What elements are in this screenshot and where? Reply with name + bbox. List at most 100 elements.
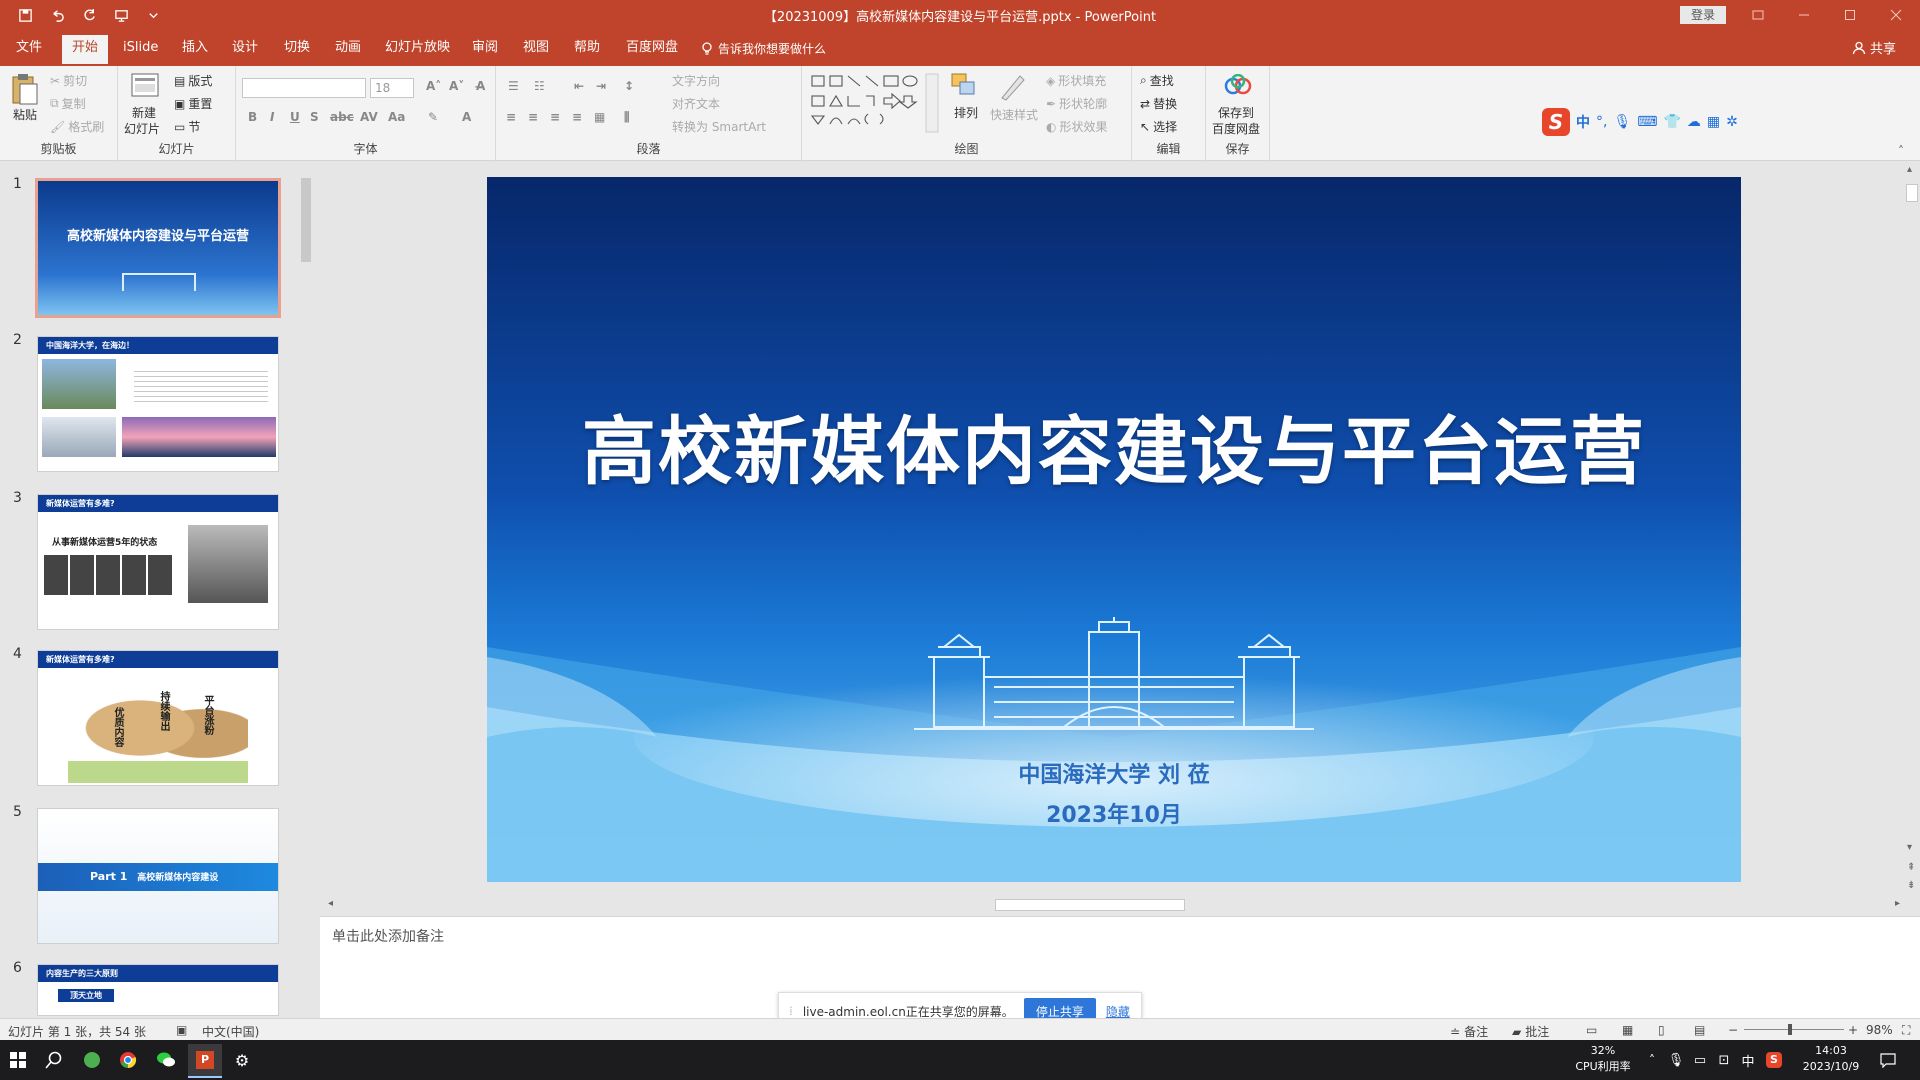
tab-help[interactable]: 帮助	[564, 37, 610, 66]
justify-icon[interactable]: ≡	[572, 110, 582, 124]
scroll-right-icon[interactable]: ▸	[1895, 898, 1900, 909]
distributed-icon[interactable]: ▦	[594, 110, 605, 124]
strikethrough-icon[interactable]: abc	[330, 110, 354, 124]
underline-icon[interactable]: U	[290, 110, 300, 124]
tab-insert[interactable]: 插入	[172, 37, 218, 66]
shrink-font-icon[interactable]: A˅	[449, 79, 464, 93]
tab-file[interactable]: 文件	[6, 37, 52, 66]
columns-icon[interactable]: ⫼	[624, 110, 630, 125]
scroll-up-icon[interactable]: ▴	[1907, 164, 1912, 175]
bold-icon[interactable]: B	[248, 110, 257, 124]
app-360-browser-icon[interactable]	[80, 1048, 104, 1072]
ime-skin-icon[interactable]: 👕	[1663, 114, 1680, 130]
close-icon[interactable]	[1873, 0, 1919, 30]
tab-animations[interactable]: 动画	[325, 37, 371, 66]
cpu-usage-widget[interactable]: 32% CPU利用率	[1568, 1043, 1638, 1075]
line-spacing-icon[interactable]: ↕	[624, 79, 634, 93]
quick-styles-icon[interactable]	[998, 72, 1028, 106]
clock[interactable]: 14:03 2023/10/9	[1796, 1043, 1866, 1075]
thumb-slide-2[interactable]: 中国海洋大学，在海边！	[37, 336, 279, 472]
thumb-slide-3[interactable]: 新媒体运营有多难? 从事新媒体运营5年的状态	[37, 494, 279, 630]
layout-button[interactable]: ▤ 版式	[174, 72, 212, 89]
ime-voice-icon[interactable]: 🎙	[1613, 114, 1631, 130]
shadow-icon[interactable]: S	[310, 110, 319, 124]
windows-start-icon[interactable]	[6, 1048, 30, 1072]
network-icon[interactable]: ⊡	[1712, 1048, 1736, 1072]
ime-punctuation-icon[interactable]: °,	[1596, 114, 1607, 130]
select-button[interactable]: ↖ 选择	[1140, 118, 1177, 135]
slide-date[interactable]: 2023年10月	[487, 797, 1741, 829]
powerpoint-taskbar-icon[interactable]: P	[188, 1044, 222, 1078]
language-status[interactable]: 中文(中国)	[202, 1023, 259, 1040]
ime-toolbox-icon[interactable]: ☁	[1687, 114, 1701, 130]
grow-font-icon[interactable]: A˄	[426, 79, 441, 93]
minimize-icon[interactable]	[1781, 0, 1827, 30]
microphone-icon[interactable]: 🎙	[1664, 1048, 1688, 1072]
quick-styles-button[interactable]: 快速样式	[990, 106, 1038, 123]
shape-outline-button[interactable]: ✒ 形状轮廓	[1046, 95, 1107, 112]
tab-transitions[interactable]: 切换	[274, 37, 320, 66]
vertical-scroll-thumb[interactable]	[1906, 184, 1918, 202]
new-slide-icon[interactable]	[130, 72, 160, 104]
tab-islide[interactable]: iSlide	[113, 37, 168, 66]
shapes-gallery[interactable]	[808, 72, 940, 138]
hide-link[interactable]: 隐藏	[1106, 1003, 1130, 1020]
copy-button[interactable]: ⧉ 复制	[50, 95, 86, 112]
previous-slide-icon[interactable]: ⇞	[1907, 862, 1915, 873]
thumb-slide-1[interactable]: 高校新媒体内容建设与平台运营	[35, 178, 281, 318]
section-button[interactable]: ▭ 节	[174, 118, 200, 135]
ime-chinese-icon[interactable]: 中	[1576, 112, 1590, 132]
ime-settings-icon[interactable]: ✲	[1726, 114, 1738, 130]
thumbnails-scroll-thumb[interactable]	[301, 178, 311, 262]
arrange-icon[interactable]	[950, 72, 978, 104]
change-case-icon[interactable]: Aa	[388, 110, 405, 124]
paste-button[interactable]: 粘贴	[13, 106, 37, 123]
horizontal-scroll-thumb[interactable]	[995, 899, 1185, 911]
cut-button[interactable]: ✂ 剪切	[50, 72, 87, 89]
fit-slide-icon[interactable]: ⛶	[1902, 1023, 1910, 1038]
italic-icon[interactable]: I	[270, 110, 274, 124]
numbering-icon[interactable]: ☷	[534, 79, 545, 93]
font-color-icon[interactable]: A	[462, 110, 471, 124]
collapse-ribbon-icon[interactable]: ˄	[1898, 144, 1904, 158]
find-button[interactable]: ⌕ 查找	[1140, 72, 1174, 89]
ime-apps-icon[interactable]: ▦	[1707, 114, 1720, 130]
slide-author[interactable]: 中国海洋大学 刘 莅	[487, 757, 1741, 789]
spell-check-icon[interactable]: ▣	[176, 1023, 187, 1037]
align-text-button[interactable]: 对齐文本	[672, 95, 720, 112]
scroll-left-icon[interactable]: ◂	[328, 898, 333, 909]
thumb-slide-5[interactable]: Part 1 高校新媒体内容建设	[37, 808, 279, 944]
reading-view-icon[interactable]: ▯	[1658, 1023, 1665, 1037]
tab-slideshow[interactable]: 幻灯片放映	[375, 37, 460, 66]
ribbon-display-options-icon[interactable]	[1735, 0, 1781, 30]
text-direction-button[interactable]: 文字方向	[672, 72, 720, 89]
thumb-slide-6[interactable]: 内容生产的三大原则 顶天立地	[37, 964, 279, 1016]
align-center-icon[interactable]: ≡	[528, 110, 538, 124]
arrange-button[interactable]: 排列	[954, 104, 978, 121]
tell-me-search[interactable]: 告诉我你想要做什么	[700, 40, 826, 57]
reset-button[interactable]: ▣ 重置	[174, 95, 212, 112]
settings-gear-icon[interactable]: ⚙	[230, 1048, 254, 1072]
tab-review[interactable]: 审阅	[462, 37, 508, 66]
login-button[interactable]: 登录	[1680, 6, 1726, 24]
save-to-label-1[interactable]: 保存到	[1218, 104, 1254, 121]
zoom-slider-thumb[interactable]	[1788, 1024, 1792, 1035]
tab-design[interactable]: 设计	[222, 37, 268, 66]
tab-view[interactable]: 视图	[513, 37, 559, 66]
share-button[interactable]: 共享	[1852, 38, 1896, 57]
battery-icon[interactable]: ▭	[1688, 1048, 1712, 1072]
char-spacing-icon[interactable]: AV	[360, 110, 378, 124]
current-slide[interactable]: 高校新媒体内容建设与平台运营 中国海洋大学 刘 莅 2023年10月	[487, 177, 1741, 882]
tab-baidu-netdisk[interactable]: 百度网盘	[616, 37, 688, 66]
notes-placeholder[interactable]: 单击此处添加备注	[332, 926, 444, 946]
drag-handle-icon[interactable]: ⁞	[789, 1004, 793, 1018]
zoom-slider[interactable]	[1744, 1024, 1844, 1035]
search-icon[interactable]	[42, 1048, 66, 1072]
highlight-icon[interactable]: ✎	[428, 110, 438, 124]
baidu-netdisk-icon[interactable]	[1224, 73, 1252, 100]
ime-mode-indicator[interactable]: 中	[1736, 1048, 1760, 1072]
slide-sorter-icon[interactable]: ▦	[1622, 1023, 1633, 1037]
slideshow-view-icon[interactable]: ▤	[1694, 1023, 1705, 1037]
tab-home[interactable]: 开始	[62, 35, 109, 64]
horizontal-scrollbar[interactable]: ◂ ▸	[325, 898, 1903, 912]
